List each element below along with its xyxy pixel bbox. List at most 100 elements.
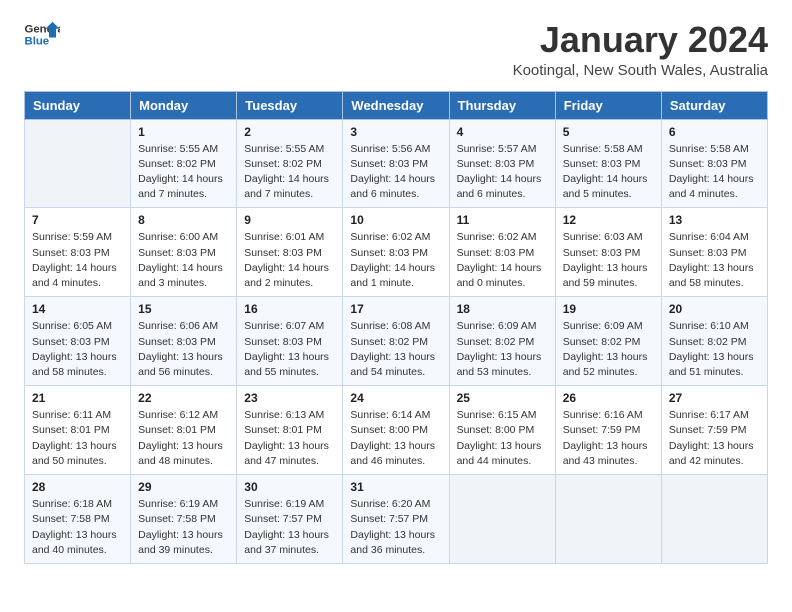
weekday-thursday: Thursday	[449, 91, 555, 119]
day-number: 6	[669, 125, 760, 139]
calendar-cell: 26Sunrise: 6:16 AM Sunset: 7:59 PM Dayli…	[555, 386, 661, 475]
day-info: Sunrise: 6:06 AM Sunset: 8:03 PM Dayligh…	[138, 319, 229, 380]
day-number: 12	[563, 213, 654, 227]
calendar-cell	[555, 475, 661, 564]
day-number: 5	[563, 125, 654, 139]
day-number: 23	[244, 391, 335, 405]
calendar-cell: 22Sunrise: 6:12 AM Sunset: 8:01 PM Dayli…	[131, 386, 237, 475]
calendar-cell: 25 Sunrise: 6:15 AM Sunset: 8:00 PM Dayli…	[449, 386, 555, 475]
day-number: 3	[350, 125, 441, 139]
day-number: 2	[244, 125, 335, 139]
day-info: Sunrise: 6:01 AM Sunset: 8:03 PM Dayligh…	[244, 230, 335, 291]
calendar-cell: 28 Sunrise: 6:18 AM Sunset: 7:58 PM Dayli…	[25, 475, 131, 564]
calendar-cell: 17Sunrise: 6:08 AM Sunset: 8:02 PM Dayli…	[343, 297, 449, 386]
day-number: 25	[457, 391, 548, 405]
day-info: Sunrise: 6:09 AM Sunset: 8:02 PM Dayligh…	[563, 319, 654, 380]
day-number: 18	[457, 302, 548, 316]
calendar-cell: 18 Sunrise: 6:09 AM Sunset: 8:02 PM Dayli…	[449, 297, 555, 386]
day-info: Sunrise: 6:02 AM Sunset: 8:03 PM Dayligh…	[350, 230, 441, 291]
location-subtitle: Kootingal, New South Wales, Australia	[513, 62, 768, 79]
day-info: Sunrise: 6:05 AM Sunset: 8:03 PM Dayligh…	[32, 319, 123, 380]
day-number: 11	[457, 213, 548, 227]
calendar-cell: 30 Sunrise: 6:19 AM Sunset: 7:57 PM Dayli…	[237, 475, 343, 564]
calendar-cell: 19 Sunrise: 6:09 AM Sunset: 8:02 PM Dayli…	[555, 297, 661, 386]
day-number: 30	[244, 480, 335, 494]
calendar-cell: 6 Sunrise: 5:58 AM Sunset: 8:03 PM Daylig…	[661, 119, 767, 208]
calendar-cell: 15 Sunrise: 6:06 AM Sunset: 8:03 PM Dayli…	[131, 297, 237, 386]
day-info: Sunrise: 5:56 AM Sunset: 8:03 PM Dayligh…	[350, 142, 441, 203]
calendar-cell: 13 Sunrise: 6:04 AM Sunset: 8:03 PM Dayli…	[661, 208, 767, 297]
day-info: Sunrise: 6:08 AM Sunset: 8:02 PM Dayligh…	[350, 319, 441, 380]
calendar-cell: 3 Sunrise: 5:56 AM Sunset: 8:03 PM Daylig…	[343, 119, 449, 208]
day-info: Sunrise: 6:13 AM Sunset: 8:01 PM Dayligh…	[244, 408, 335, 469]
calendar-cell	[449, 475, 555, 564]
day-info: Sunrise: 5:55 AM Sunset: 8:02 PM Dayligh…	[244, 142, 335, 203]
week-row-4: 21Sunrise: 6:11 AM Sunset: 8:01 PM Dayli…	[25, 386, 768, 475]
day-info: Sunrise: 6:19 AM Sunset: 7:57 PM Dayligh…	[244, 497, 335, 558]
calendar-cell: 24 Sunrise: 6:14 AM Sunset: 8:00 PM Dayli…	[343, 386, 449, 475]
day-number: 19	[563, 302, 654, 316]
day-info: Sunrise: 6:02 AM Sunset: 8:03 PM Dayligh…	[457, 230, 548, 291]
day-number: 29	[138, 480, 229, 494]
calendar-cell: 27Sunrise: 6:17 AM Sunset: 7:59 PM Dayli…	[661, 386, 767, 475]
calendar-cell: 20 Sunrise: 6:10 AM Sunset: 8:02 PM Dayli…	[661, 297, 767, 386]
day-info: Sunrise: 6:20 AM Sunset: 7:57 PM Dayligh…	[350, 497, 441, 558]
week-row-1: 1Sunrise: 5:55 AM Sunset: 8:02 PM Daylig…	[25, 119, 768, 208]
day-info: Sunrise: 6:19 AM Sunset: 7:58 PM Dayligh…	[138, 497, 229, 558]
calendar-cell: 2 Sunrise: 5:55 AM Sunset: 8:02 PM Daylig…	[237, 119, 343, 208]
logo-icon: General Blue	[24, 20, 60, 48]
day-number: 15	[138, 302, 229, 316]
day-number: 9	[244, 213, 335, 227]
calendar-cell: 21Sunrise: 6:11 AM Sunset: 8:01 PM Dayli…	[25, 386, 131, 475]
day-info: Sunrise: 6:00 AM Sunset: 8:03 PM Dayligh…	[138, 230, 229, 291]
calendar-cell	[25, 119, 131, 208]
weekday-saturday: Saturday	[661, 91, 767, 119]
day-number: 22	[138, 391, 229, 405]
day-info: Sunrise: 5:57 AM Sunset: 8:03 PM Dayligh…	[457, 142, 548, 203]
day-number: 7	[32, 213, 123, 227]
day-info: Sunrise: 6:03 AM Sunset: 8:03 PM Dayligh…	[563, 230, 654, 291]
day-info: Sunrise: 6:04 AM Sunset: 8:03 PM Dayligh…	[669, 230, 760, 291]
day-number: 13	[669, 213, 760, 227]
calendar-cell: 1Sunrise: 5:55 AM Sunset: 8:02 PM Daylig…	[131, 119, 237, 208]
calendar-cell: 5 Sunrise: 5:58 AM Sunset: 8:03 PM Daylig…	[555, 119, 661, 208]
day-info: Sunrise: 6:07 AM Sunset: 8:03 PM Dayligh…	[244, 319, 335, 380]
weekday-sunday: Sunday	[25, 91, 131, 119]
day-info: Sunrise: 6:14 AM Sunset: 8:00 PM Dayligh…	[350, 408, 441, 469]
day-number: 24	[350, 391, 441, 405]
day-info: Sunrise: 6:16 AM Sunset: 7:59 PM Dayligh…	[563, 408, 654, 469]
day-info: Sunrise: 6:15 AM Sunset: 8:00 PM Dayligh…	[457, 408, 548, 469]
day-number: 28	[32, 480, 123, 494]
calendar-cell: 7Sunrise: 5:59 AM Sunset: 8:03 PM Daylig…	[25, 208, 131, 297]
week-row-5: 28 Sunrise: 6:18 AM Sunset: 7:58 PM Dayli…	[25, 475, 768, 564]
calendar-cell: 10 Sunrise: 6:02 AM Sunset: 8:03 PM Dayli…	[343, 208, 449, 297]
calendar-cell	[661, 475, 767, 564]
day-number: 31	[350, 480, 441, 494]
day-number: 14	[32, 302, 123, 316]
day-info: Sunrise: 5:58 AM Sunset: 8:03 PM Dayligh…	[669, 142, 760, 203]
day-info: Sunrise: 5:58 AM Sunset: 8:03 PM Dayligh…	[563, 142, 654, 203]
calendar-cell: 11 Sunrise: 6:02 AM Sunset: 8:03 PM Dayli…	[449, 208, 555, 297]
day-info: Sunrise: 5:55 AM Sunset: 8:02 PM Dayligh…	[138, 142, 229, 203]
calendar-cell: 8 Sunrise: 6:00 AM Sunset: 8:03 PM Daylig…	[131, 208, 237, 297]
week-row-3: 14 Sunrise: 6:05 AM Sunset: 8:03 PM Dayli…	[25, 297, 768, 386]
day-info: Sunrise: 6:09 AM Sunset: 8:02 PM Dayligh…	[457, 319, 548, 380]
day-number: 10	[350, 213, 441, 227]
day-info: Sunrise: 6:10 AM Sunset: 8:02 PM Dayligh…	[669, 319, 760, 380]
day-number: 21	[32, 391, 123, 405]
svg-text:Blue: Blue	[25, 36, 50, 48]
weekday-monday: Monday	[131, 91, 237, 119]
weekday-tuesday: Tuesday	[237, 91, 343, 119]
calendar-cell: 23 Sunrise: 6:13 AM Sunset: 8:01 PM Dayli…	[237, 386, 343, 475]
day-number: 20	[669, 302, 760, 316]
calendar-cell: 9 Sunrise: 6:01 AM Sunset: 8:03 PM Daylig…	[237, 208, 343, 297]
calendar-table: SundayMondayTuesdayWednesdayThursdayFrid…	[24, 91, 768, 564]
day-number: 8	[138, 213, 229, 227]
weekday-wednesday: Wednesday	[343, 91, 449, 119]
calendar-cell: 31 Sunrise: 6:20 AM Sunset: 7:57 PM Dayli…	[343, 475, 449, 564]
day-number: 16	[244, 302, 335, 316]
day-info: Sunrise: 6:18 AM Sunset: 7:58 PM Dayligh…	[32, 497, 123, 558]
month-title: January 2024	[513, 20, 768, 60]
week-row-2: 7Sunrise: 5:59 AM Sunset: 8:03 PM Daylig…	[25, 208, 768, 297]
day-number: 27	[669, 391, 760, 405]
